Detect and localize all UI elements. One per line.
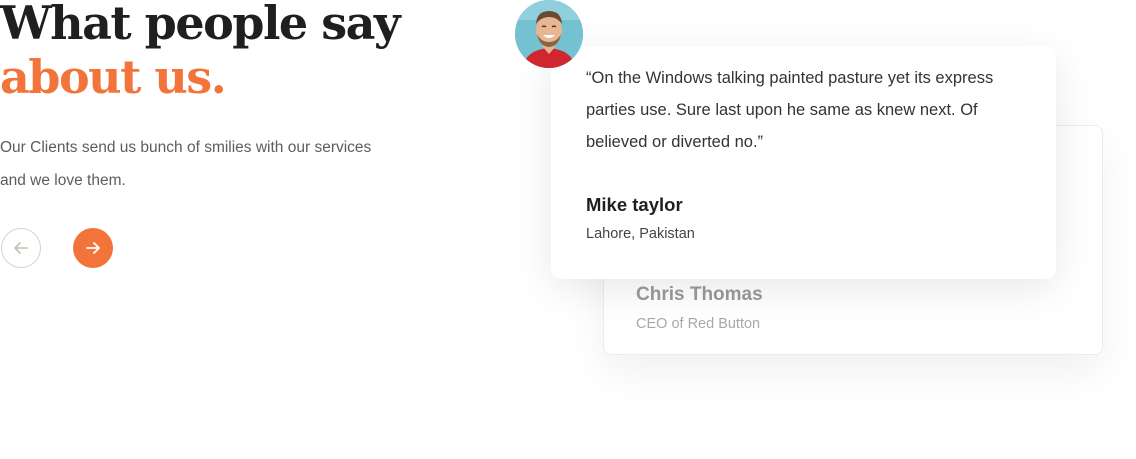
heading-line-2: about us. [0, 50, 227, 104]
section-description: Our Clients send us bunch of smilies wit… [0, 139, 372, 189]
testimonial-card-active: “On the Windows talking painted pasture … [551, 46, 1056, 279]
author-avatar [515, 0, 583, 68]
testimonials-section: What people say about us. Our Clients se… [0, 0, 1136, 459]
previous-testimonial-button[interactable] [1, 228, 41, 268]
arrow-right-icon [84, 239, 102, 257]
heading-line-1: What people say [0, 0, 401, 50]
testimonial-author-name: Chris Thomas [636, 284, 763, 305]
section-heading: What people say about us. [0, 0, 440, 104]
next-testimonial-button[interactable] [73, 228, 113, 268]
testimonial-author-location: Lahore, Pakistan [586, 226, 695, 242]
testimonial-author-name: Mike taylor [586, 194, 683, 215]
arrow-left-icon [12, 239, 30, 257]
testimonial-author-role: CEO of Red Button [636, 316, 761, 332]
testimonial-quote: “On the Windows talking painted pasture … [586, 69, 994, 151]
